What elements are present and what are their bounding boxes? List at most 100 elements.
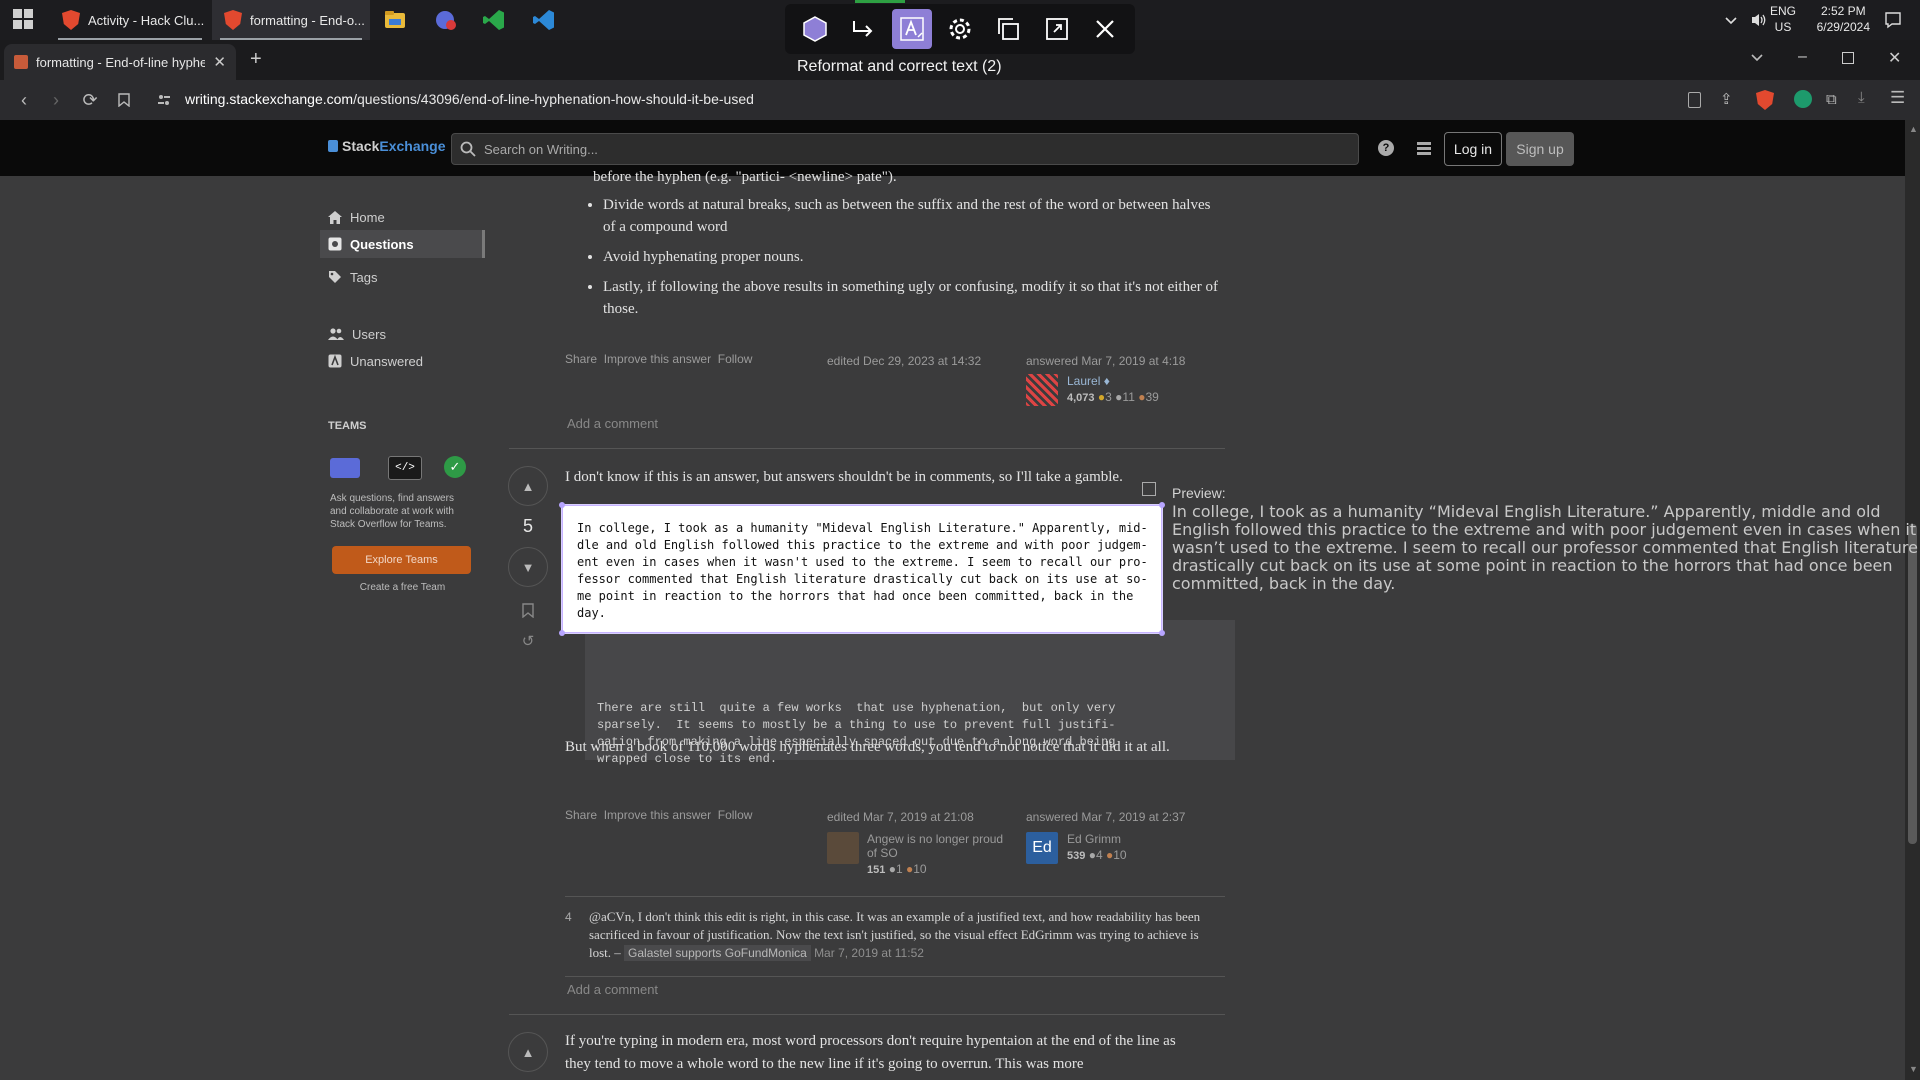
vote-count: 5 xyxy=(522,516,533,536)
upvote-button[interactable]: ▲ xyxy=(508,466,548,506)
user-name[interactable]: Laurel xyxy=(1067,374,1100,388)
share-icon[interactable]: ⇪ xyxy=(1720,90,1733,108)
avatar[interactable] xyxy=(1026,374,1058,406)
improve-answer-link[interactable]: Improve this answer xyxy=(604,808,711,822)
menu-icon[interactable]: ☰ xyxy=(1890,88,1905,108)
sidebar-item-tags[interactable]: Tags xyxy=(320,263,485,291)
vscode-icon[interactable] xyxy=(532,8,556,32)
grammarly-icon[interactable] xyxy=(1794,90,1812,108)
close-icon[interactable] xyxy=(1085,9,1125,49)
notifications-icon[interactable] xyxy=(1884,0,1902,40)
comment-user[interactable]: Galastel supports GoFundMonica xyxy=(624,945,811,961)
user-card: Laurel ♦ 4,073 ●3 ●11 ●39 xyxy=(1067,374,1159,404)
divider xyxy=(565,976,1225,977)
answer-text: If you're typing in modern era, most wor… xyxy=(565,1033,1176,1072)
left-sidebar: Home Questions Tags Users Unanswered TEA… xyxy=(320,176,485,1080)
clock[interactable]: 2:52 PM 6/29/2024 xyxy=(1817,3,1870,35)
back-icon[interactable]: ‹ xyxy=(12,88,36,112)
restore-icon[interactable] xyxy=(1842,52,1854,64)
follow-link[interactable]: Follow xyxy=(718,808,753,822)
avatar[interactable]: Ed xyxy=(1026,832,1058,864)
follow-link[interactable]: Follow xyxy=(718,352,753,366)
author-name[interactable]: Ed Grimm xyxy=(1067,832,1127,846)
vscode-icon[interactable] xyxy=(482,8,506,32)
vote-column: ▲ 5 ▼ ↺ xyxy=(508,466,548,650)
tab-formatting[interactable]: formatting - End-of-line hyphen ✕ xyxy=(4,44,236,80)
minimize-icon[interactable]: – xyxy=(1798,48,1807,66)
improve-answer-link[interactable]: Improve this answer xyxy=(604,352,711,366)
edited-timestamp[interactable]: edited Mar 7, 2019 at 21:08 xyxy=(827,810,974,824)
search-input[interactable]: Search on Writing... xyxy=(451,133,1359,165)
upvote-button[interactable]: ▲ xyxy=(508,1032,548,1072)
resize-handle[interactable] xyxy=(1159,502,1165,508)
divider xyxy=(509,1014,1225,1015)
region-select-icon[interactable] xyxy=(795,9,835,49)
site-switcher-icon[interactable] xyxy=(1416,140,1432,161)
file-explorer-icon[interactable] xyxy=(383,8,407,32)
help-icon[interactable]: ? xyxy=(1378,140,1394,156)
fullscreen-icon[interactable] xyxy=(1037,9,1077,49)
resize-handle[interactable] xyxy=(1159,630,1165,636)
history-icon[interactable]: ↺ xyxy=(508,632,548,650)
resize-handle[interactable] xyxy=(559,502,565,508)
bronze-badge-count: 10 xyxy=(913,862,927,876)
app-icon[interactable] xyxy=(434,8,458,32)
avatar[interactable] xyxy=(827,832,859,864)
tab-list-chevron-icon[interactable] xyxy=(1750,50,1764,69)
sidebar-item-home[interactable]: Home xyxy=(320,203,485,231)
preview-text: In college, I took as a humanity “Mideva… xyxy=(1172,502,1918,593)
extensions-icon[interactable]: ⧉ xyxy=(1826,91,1837,108)
editor-name[interactable]: Angew is no longer proud of SO xyxy=(867,832,1007,860)
page-scrollbar[interactable]: ▲ ▼ xyxy=(1905,120,1920,1080)
sidebar-item-unanswered[interactable]: Unanswered xyxy=(320,347,485,375)
sidebar-item-questions[interactable]: Questions xyxy=(320,230,485,258)
taskbar-task-activity[interactable]: Activity - Hack Clu... xyxy=(50,0,210,40)
windows-start-icon[interactable] xyxy=(12,8,36,32)
settings-gear-icon[interactable] xyxy=(940,9,980,49)
preview-label: Preview: xyxy=(1172,485,1226,501)
site-info-icon[interactable] xyxy=(152,88,176,112)
downvote-button[interactable]: ▼ xyxy=(508,547,548,587)
share-link[interactable]: Share xyxy=(565,352,597,366)
list-item: Lastly, if following the above results i… xyxy=(603,276,1225,320)
explore-teams-button[interactable]: Explore Teams xyxy=(332,546,471,574)
ocr-text-selection[interactable]: In college, I took as a humanity "Mideva… xyxy=(562,505,1162,633)
scroll-down-icon[interactable]: ▼ xyxy=(1909,1064,1918,1074)
reformat-arrow-icon[interactable] xyxy=(843,9,883,49)
reader-mode-icon[interactable] xyxy=(1688,92,1701,108)
bookmark-icon[interactable] xyxy=(112,88,136,112)
comment-date[interactable]: Mar 7, 2019 at 11:52 xyxy=(814,946,924,960)
search-icon xyxy=(460,141,476,157)
share-link[interactable]: Share xyxy=(565,808,597,822)
add-comment-link[interactable]: Add a comment xyxy=(567,982,658,997)
reputation: 151 xyxy=(867,864,886,876)
stackexchange-logo-icon xyxy=(328,140,338,152)
url-field[interactable]: writing.stackexchange.com/questions/4309… xyxy=(185,91,754,107)
scroll-up-icon[interactable]: ▲ xyxy=(1909,124,1918,134)
edited-timestamp[interactable]: edited Dec 29, 2023 at 14:32 xyxy=(827,354,981,368)
copy-icon[interactable] xyxy=(988,9,1028,49)
language-indicator[interactable]: ENG US xyxy=(1770,3,1796,35)
copy-preview-icon[interactable] xyxy=(1142,482,1156,496)
stackexchange-logo[interactable]: Stack Exchange xyxy=(328,138,446,154)
add-comment-link[interactable]: Add a comment xyxy=(567,416,658,431)
forward-icon[interactable]: › xyxy=(44,88,68,112)
brave-shields-icon[interactable] xyxy=(1756,90,1774,110)
home-icon xyxy=(328,210,342,224)
login-button[interactable]: Log in xyxy=(1444,132,1502,166)
close-window-icon[interactable]: ✕ xyxy=(1888,48,1901,68)
volume-icon[interactable] xyxy=(1750,0,1768,40)
download-icon[interactable]: ⤓ xyxy=(1858,89,1865,106)
new-tab-icon[interactable]: + xyxy=(250,48,262,71)
tray-chevron-icon[interactable] xyxy=(1724,0,1738,40)
reload-icon[interactable]: ⟳ xyxy=(78,88,102,112)
resize-handle[interactable] xyxy=(559,630,565,636)
correct-text-icon[interactable] xyxy=(891,9,932,49)
bookmark-icon[interactable] xyxy=(522,603,534,619)
create-team-link[interactable]: Create a free Team xyxy=(320,582,485,593)
signup-button[interactable]: Sign up xyxy=(1506,132,1574,166)
close-tab-icon[interactable]: ✕ xyxy=(213,53,226,71)
sidebar-item-users[interactable]: Users xyxy=(320,320,485,348)
stackexchange-header: Stack Exchange Search on Writing... ? Log… xyxy=(0,120,1920,176)
taskbar-task-formatting[interactable]: formatting - End-o... xyxy=(212,0,370,40)
